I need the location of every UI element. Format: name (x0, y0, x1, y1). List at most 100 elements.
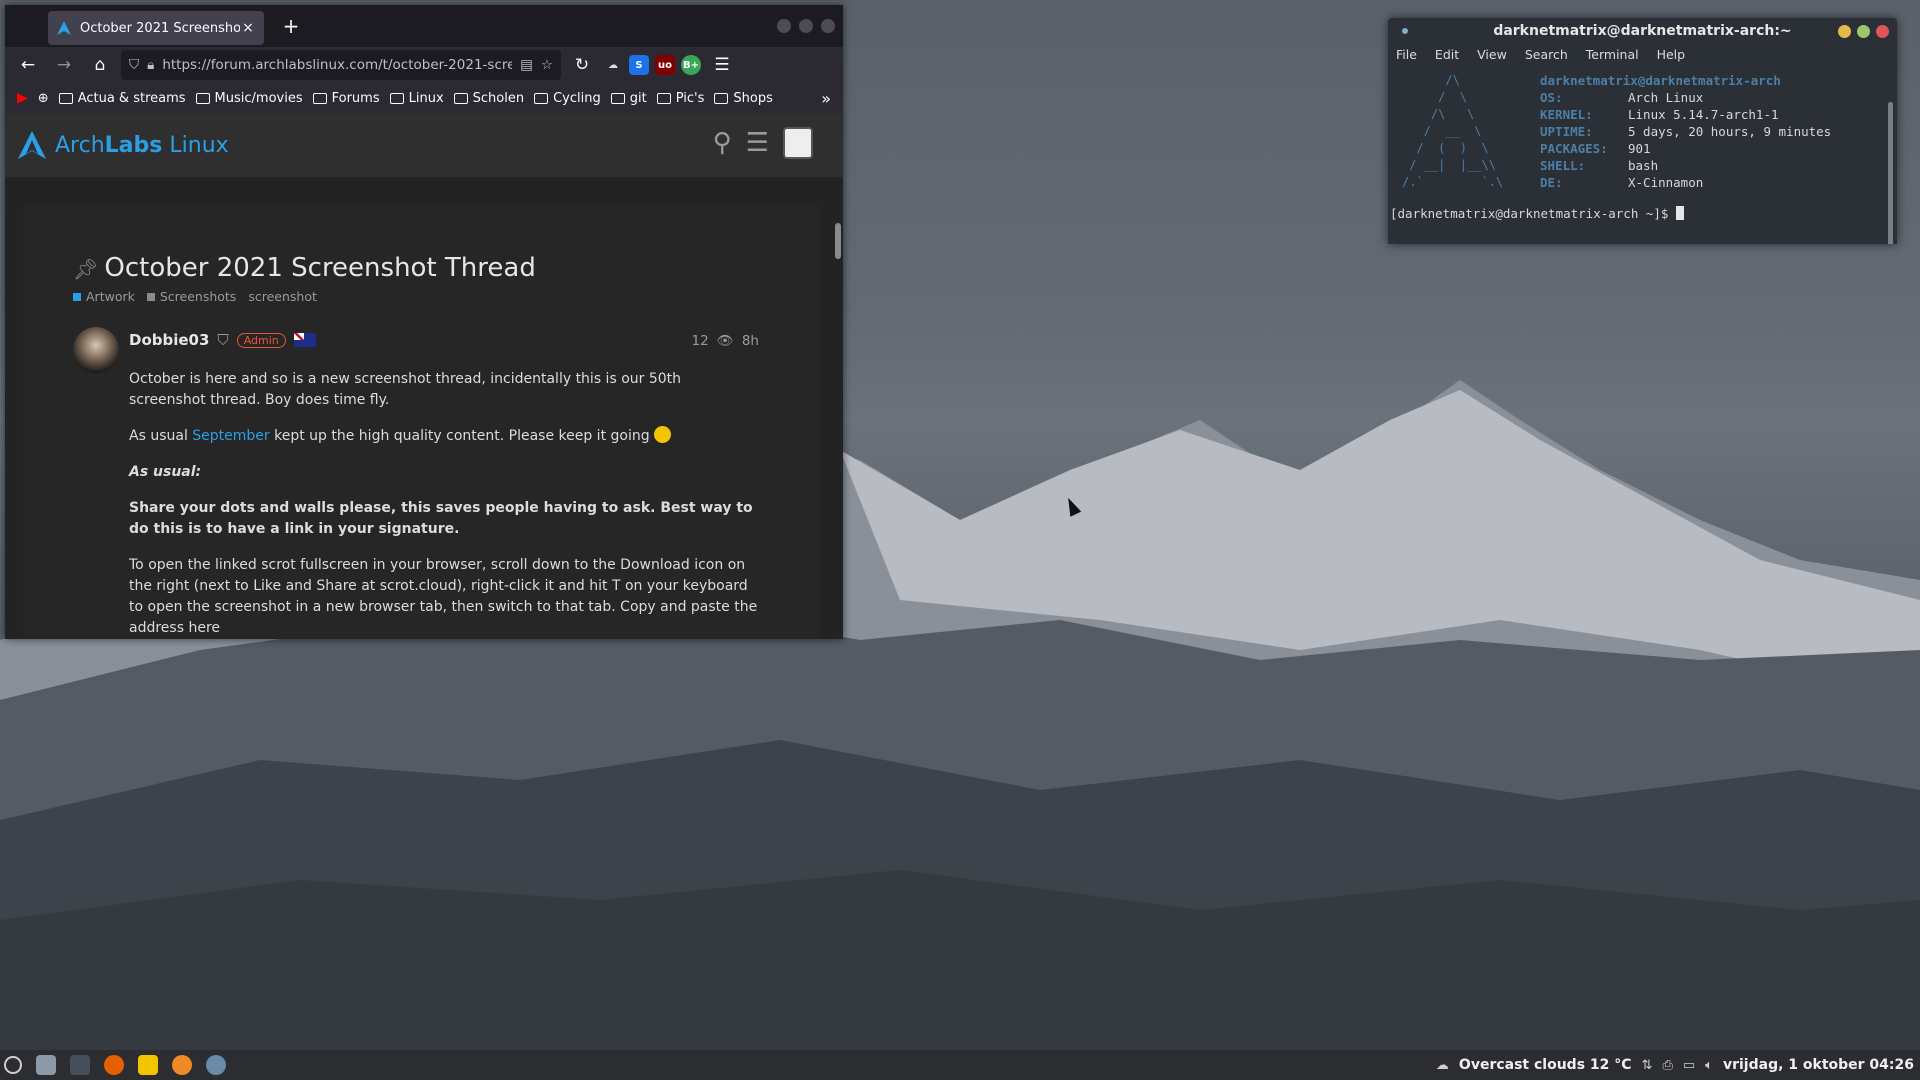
url-text[interactable]: https://forum.archlabslinux.com/t/octobe… (162, 57, 512, 73)
media-player-icon[interactable] (172, 1055, 192, 1075)
bookmark-folder[interactable]: Actua & streams (58, 91, 186, 106)
minimize-button[interactable] (1838, 25, 1851, 38)
category-badge[interactable]: Artwork (73, 289, 135, 304)
menu-terminal[interactable]: Terminal (1586, 47, 1639, 62)
category-color-icon (73, 292, 81, 301)
menu-launcher-icon[interactable] (4, 1056, 22, 1074)
address-bar[interactable]: ⛉ 🔒︎ https://forum.archlabslinux.com/t/o… (121, 50, 561, 80)
maximize-button[interactable] (799, 19, 813, 33)
display-icon[interactable]: ▭ (1683, 1058, 1695, 1073)
extension-icon-4[interactable]: B+ (681, 55, 701, 75)
hamburger-menu-icon[interactable]: ☰ (707, 51, 737, 79)
lock-icon[interactable]: 🔒︎ (147, 57, 154, 73)
bookmark-folder[interactable]: Cycling (534, 91, 601, 106)
menu-edit[interactable]: Edit (1435, 47, 1459, 62)
forward-arrow-icon[interactable]: → (49, 51, 79, 79)
terminal-menu-dot-icon[interactable] (1402, 28, 1408, 34)
bookmark-star-icon[interactable]: ☆ (541, 57, 553, 73)
browser-window: October 2021 Screenshot Thread × + ← → ⌂… (5, 5, 843, 639)
tab-title: October 2021 Screenshot Thread (80, 20, 240, 36)
terminal-output[interactable]: /\ / \ /\ \ / __ \ / ( ) \ / __| |__\\ /… (1388, 64, 1897, 244)
menu-file[interactable]: File (1396, 47, 1417, 62)
hamburger-menu-icon[interactable]: ☰ (746, 128, 769, 158)
shield-icon[interactable]: ⛉ (129, 57, 139, 73)
new-tab-button[interactable]: + (281, 16, 301, 37)
reader-view-icon[interactable]: ▤ (520, 57, 533, 73)
maximize-button[interactable] (1857, 25, 1870, 38)
globe-icon[interactable]: ⊕ (38, 91, 49, 106)
bookmarks-bar: ▶ ⊕ Actua & streams Music/movies Forums … (5, 83, 843, 113)
taskbar: ☁ Overcast clouds 12 °C ⇅ ⎙ ▭ 🔈︎ vrijdag… (0, 1050, 1920, 1080)
post-body: October is here and so is a new screensh… (129, 369, 759, 639)
shell-prompt[interactable]: [darknetmatrix@darknetmatrix-arch ~]$ (1390, 206, 1684, 221)
clock[interactable]: vrijdag, 1 oktober 04:26 (1723, 1057, 1914, 1073)
terminal-titlebar[interactable]: darknetmatrix@darknetmatrix-arch:~ (1388, 18, 1897, 44)
post-age[interactable]: 8h (742, 333, 759, 349)
bookmarks-overflow-icon[interactable]: » (821, 89, 831, 108)
printer-icon[interactable]: ⎙ (1662, 1058, 1672, 1073)
avatar[interactable] (73, 327, 119, 373)
folder-icon (610, 92, 625, 104)
shield-icon: ⛉ (217, 331, 229, 349)
bookmark-folder[interactable]: Music/movies (195, 91, 303, 106)
folder-icon (656, 92, 671, 104)
username-link[interactable]: Dobbie03 (129, 331, 209, 349)
smiley-emoji-icon (654, 426, 672, 443)
bookmark-folder[interactable]: Linux (389, 91, 444, 106)
archlabs-logo[interactable]: ArchLabs Linux (17, 130, 229, 160)
system-tray: ☁ Overcast clouds 12 °C ⇅ ⎙ ▭ 🔈︎ vrijdag… (1436, 1050, 1914, 1080)
september-link[interactable]: September (192, 428, 269, 444)
extension-icon-1[interactable]: ☁ (603, 55, 623, 75)
firefox-icon[interactable] (104, 1055, 124, 1075)
menu-view[interactable]: View (1477, 47, 1507, 62)
bookmark-folder[interactable]: Shops (714, 91, 773, 106)
file-manager-icon[interactable] (36, 1055, 56, 1075)
folder-icon (453, 92, 468, 104)
forum-page: ArchLabs Linux ⚲ ☰ 📌︎ October 2021 Screen… (5, 113, 843, 639)
terminal-menubar: File Edit View Search Terminal Help (1388, 44, 1897, 64)
home-icon[interactable]: ⌂ (85, 51, 115, 79)
bookmark-folder[interactable]: Scholen (453, 91, 524, 106)
bookmark-folder[interactable]: Pic's (656, 91, 704, 106)
arch-ascii-logo: /\ / \ /\ \ / __ \ / ( ) \ / __| |__\\ /… (1402, 73, 1504, 189)
clock-app-icon[interactable] (206, 1055, 226, 1075)
tab-close-icon[interactable]: × (240, 20, 256, 36)
ublock-icon[interactable]: uo (655, 55, 675, 75)
terminal-scrollbar[interactable] (1888, 102, 1893, 244)
search-icon[interactable]: ⚲ (713, 128, 732, 158)
weather-text[interactable]: Overcast clouds 12 °C (1459, 1057, 1632, 1073)
reload-icon[interactable]: ↻ (567, 51, 597, 79)
folder-icon (534, 92, 549, 104)
bookmark-folder[interactable]: Forums (312, 91, 380, 106)
close-window-button[interactable] (821, 19, 835, 33)
admin-badge[interactable]: Admin (236, 332, 286, 348)
topic-title: 📌︎ October 2021 Screenshot Thread (73, 253, 536, 283)
minimize-button[interactable] (777, 19, 791, 33)
terminal-window: darknetmatrix@darknetmatrix-arch:~ File … (1388, 18, 1897, 244)
archlabs-favicon-icon (57, 21, 71, 35)
extension-icon-2[interactable]: S (629, 55, 649, 75)
close-window-button[interactable] (1876, 25, 1889, 38)
folder-icon (714, 92, 729, 104)
back-arrow-icon[interactable]: ← (13, 51, 43, 79)
text-cursor (1675, 206, 1684, 220)
user-avatar-menu[interactable] (783, 127, 813, 159)
tag-link[interactable]: screenshot (248, 289, 317, 304)
topic-title-text: October 2021 Screenshot Thread (104, 253, 536, 283)
category-badge[interactable]: Screenshots (146, 289, 236, 304)
tab-active[interactable]: October 2021 Screenshot Thread × (48, 11, 264, 45)
youtube-icon[interactable]: ▶ (17, 90, 28, 106)
menu-search[interactable]: Search (1525, 47, 1568, 62)
post-paragraph: October is here and so is a new screensh… (129, 371, 682, 408)
archlabs-logo-icon (18, 131, 46, 159)
volume-icon[interactable]: 🔈︎ (1705, 1058, 1713, 1073)
page-scrollbar[interactable] (835, 223, 841, 259)
bookmark-folder[interactable]: git (610, 91, 647, 106)
header-actions: ⚲ ☰ (713, 127, 813, 159)
folder-icon[interactable] (138, 1055, 158, 1075)
window-controls (777, 19, 835, 33)
terminal-window-controls (1838, 25, 1889, 38)
terminal-icon[interactable] (70, 1055, 90, 1075)
network-icon[interactable]: ⇅ (1642, 1058, 1653, 1073)
menu-help[interactable]: Help (1657, 47, 1686, 62)
